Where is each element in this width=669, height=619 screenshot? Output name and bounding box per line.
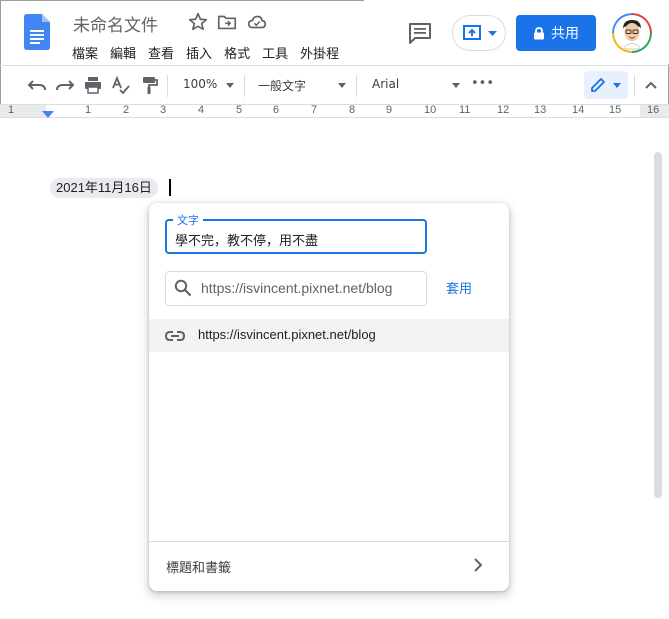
ruler-number: 11 [459,104,471,116]
menu-bar: 檔案 編輯 查看 插入 格式 工具 外掛程 [72,43,339,62]
collapse-chevron-icon[interactable] [641,75,661,95]
document-title[interactable]: 未命名文件 [73,11,158,36]
more-options-icon[interactable]: ••• [471,76,494,91]
menu-addons[interactable]: 外掛程 [300,43,339,62]
menu-format[interactable]: 格式 [224,43,250,62]
pencil-icon [591,78,605,92]
ruler-number: 14 [572,104,585,116]
chevron-right-icon[interactable] [471,557,485,573]
print-icon[interactable] [83,75,103,95]
ruler-number: 15 [609,104,622,116]
link-icon [165,331,185,341]
link-dialog [149,203,509,591]
ruler[interactable] [0,104,669,118]
ruler-number: 3 [160,104,167,116]
link-text-label: 文字 [173,212,203,228]
menu-edit[interactable]: 編輯 [110,43,136,62]
lock-icon [534,26,544,39]
apply-button[interactable]: 套用 [446,278,472,297]
menu-insert[interactable]: 插入 [186,43,212,62]
share-button[interactable]: 共用 [516,15,596,51]
toolbar-separator [244,75,245,97]
ruler-margin-left [0,105,46,117]
menu-file[interactable]: 檔案 [72,43,98,62]
avatar[interactable] [612,13,652,53]
menu-tools[interactable]: 工具 [262,43,288,62]
ruler-number: 8 [349,104,356,116]
present-button[interactable] [452,15,506,51]
toolbar-separator [634,75,635,97]
style-dropdown-icon[interactable] [338,83,346,88]
link-suggestion-url: https://isvincent.pixnet.net/blog [198,327,376,342]
toolbar-separator [356,75,357,97]
search-icon [174,279,192,297]
ruler-number: 4 [198,104,205,116]
link-text-value[interactable]: 學不完，教不停，用不盡 [175,230,318,249]
style-select[interactable]: 一般文字 [258,77,306,94]
present-dropdown-icon [488,31,497,36]
ruler-number: 7 [311,104,318,116]
font-dropdown-icon[interactable] [452,83,460,88]
editing-mode-dropdown-icon [613,83,621,88]
present-icon [463,25,481,40]
toolbar-separator [167,75,168,97]
link-url-value[interactable]: https://isvincent.pixnet.net/blog [201,280,392,296]
ruler-number: 9 [386,104,393,116]
star-icon[interactable] [187,11,209,33]
ruler-number: 13 [534,104,547,116]
text-cursor [169,179,171,196]
dialog-divider [149,541,509,542]
ruler-number: 1 [85,104,92,116]
ruler-number: 10 [424,104,437,116]
menu-view[interactable]: 查看 [148,43,174,62]
scrollbar[interactable] [654,152,662,498]
redo-icon[interactable] [55,75,75,95]
indent-marker-icon[interactable] [42,111,54,118]
ruler-number: 1 [8,104,15,116]
zoom-select[interactable]: 100% [183,77,217,91]
date-chip[interactable]: 2021年11月16日 [50,178,158,198]
font-select[interactable]: Arial [372,77,399,91]
ruler-number: 12 [497,104,510,116]
zoom-dropdown-icon[interactable] [226,83,234,88]
ruler-number: 6 [273,104,280,116]
ruler-number: 5 [236,104,243,116]
headings-and-bookmarks-link[interactable]: 標題和書籤 [166,557,231,576]
undo-icon[interactable] [27,75,47,95]
paint-format-icon[interactable] [140,75,160,95]
comment-icon[interactable] [408,22,432,44]
spellcheck-icon[interactable] [111,75,131,95]
editing-mode-button[interactable] [584,71,628,99]
ruler-number: 2 [123,104,130,116]
ruler-number: 16 [647,104,660,116]
docs-logo-icon[interactable] [24,14,50,50]
share-label: 共用 [551,26,579,42]
move-to-folder-icon[interactable] [216,11,238,33]
cloud-saved-icon[interactable] [246,11,268,33]
